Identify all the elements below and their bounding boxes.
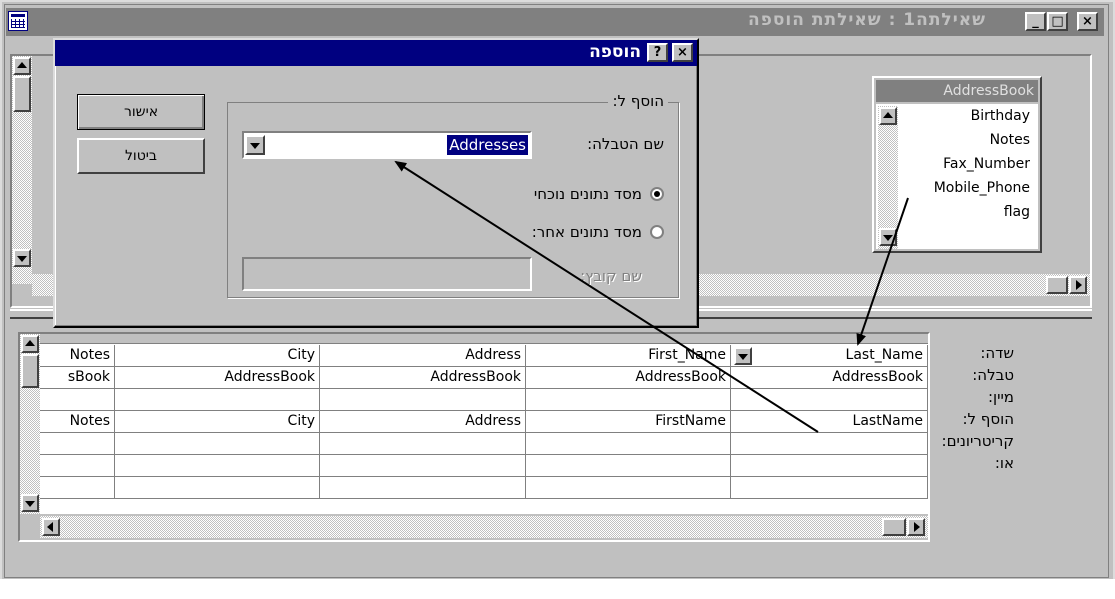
arrow-to-table-name (394, 160, 819, 433)
annotation-arrows (394, 160, 909, 433)
arrow-to-last-name (856, 197, 909, 346)
